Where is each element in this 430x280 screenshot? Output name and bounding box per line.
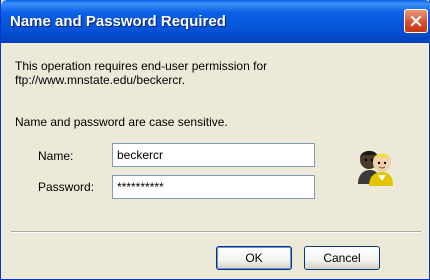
cancel-button[interactable]: Cancel xyxy=(304,246,380,270)
ftp-address: ftp://www.mnstate.edu/beckercr. xyxy=(15,73,186,87)
permission-message: This operation requires end-user permiss… xyxy=(15,59,268,73)
name-field[interactable] xyxy=(112,143,315,167)
ok-button[interactable]: OK xyxy=(216,246,292,270)
title-bar[interactable]: Name and Password Required xyxy=(1,0,430,43)
name-label: Name: xyxy=(38,149,74,163)
case-sensitive-note: Name and password are case sensitive. xyxy=(15,115,228,129)
password-label: Password: xyxy=(38,180,95,194)
separator xyxy=(11,231,421,233)
password-field[interactable] xyxy=(112,175,315,199)
close-icon xyxy=(410,15,422,27)
close-button[interactable] xyxy=(404,9,428,33)
users-icon xyxy=(358,150,393,186)
dialog-title: Name and Password Required xyxy=(10,13,226,30)
name-password-dialog: Name and Password Required This operatio… xyxy=(0,0,430,280)
